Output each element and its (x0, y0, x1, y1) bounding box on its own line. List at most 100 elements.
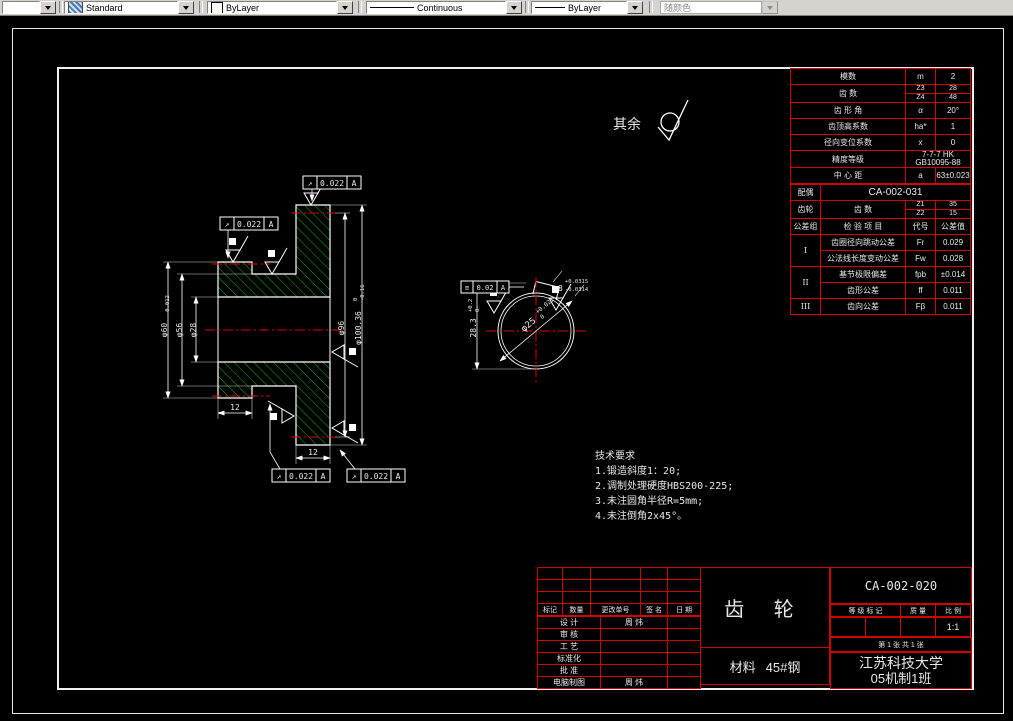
svg-text:0.022: 0.022 (289, 472, 313, 481)
table-row: 工 艺 (537, 640, 701, 653)
svg-text:+0.2: +0.2 (468, 299, 474, 312)
dim-hub-width: 12 (230, 403, 240, 412)
svg-text:+0.0315: +0.0315 (565, 279, 588, 285)
table-row: 标记 数量 更改单号 签 名 日 期 (537, 603, 701, 616)
text-style-combo[interactable]: Standard (64, 1, 194, 14)
title-block: 标记 数量 更改单号 签 名 日 期 设 计周 炜 审 核 工 艺 标准化 批 … (537, 567, 972, 689)
linetype-control-combo[interactable]: Continuous (366, 1, 522, 14)
gear-check-table: 配偶 CA-002-031 齿轮齿 数 Z1 35 Z2 15 公差组检 验 项 目代… (790, 184, 972, 315)
chevron-down-icon (183, 5, 189, 10)
signature-table: 设 计周 炜 审 核 工 艺 标准化 批 准 电脑制图周 炜 (537, 616, 701, 689)
linetype-preview-icon (370, 7, 414, 8)
svg-text:A: A (321, 472, 326, 481)
lineweight-control-combo[interactable]: ByLayer (531, 1, 643, 14)
text-style-dropdown-button[interactable] (178, 1, 194, 14)
toolbar-separator (59, 1, 63, 13)
text-style-value: Standard (86, 2, 123, 13)
svg-text:-0.16: -0.16 (360, 284, 366, 301)
docked-combo-dropdown-button[interactable] (40, 1, 56, 14)
scale-value: 1:1 (935, 617, 971, 637)
dim-bore-diameter: φ25 +0.021 0 (520, 296, 556, 334)
runout-symbol: ↗ (225, 220, 230, 229)
fcf-runout-bottom-right: ↗ 0.022 A (339, 449, 406, 483)
linetype-control-value: Continuous (417, 2, 463, 13)
toolbar-separator (649, 1, 653, 13)
lineweight-control-field[interactable]: ByLayer (531, 1, 627, 14)
plotstyle-control-dropdown-button (762, 1, 778, 14)
text-style-field[interactable]: Standard (64, 1, 178, 14)
docked-combo-field[interactable] (2, 1, 40, 14)
table-row: 精度等级 7-7-7 HK GB10095-88 (790, 150, 971, 168)
class-name: 05机制1班 (870, 670, 932, 686)
part-name: 齿 轮 (724, 599, 806, 621)
color-control-combo[interactable]: ByLayer (207, 1, 353, 14)
chevron-down-icon (342, 5, 348, 10)
symmetry-symbol: ≡ (465, 284, 469, 292)
drawing-number: CA-002-020 (864, 578, 938, 593)
linetype-control-field[interactable]: Continuous (366, 1, 506, 14)
plotstyle-control-combo: 随颜色 (660, 1, 778, 14)
color-control-dropdown-button[interactable] (337, 1, 353, 14)
linetype-control-dropdown-button[interactable] (506, 1, 522, 14)
color-control-field[interactable]: ByLayer (207, 1, 337, 14)
toolbar-separator (525, 1, 529, 13)
table-row: 齿轮齿 数 Z1 35 Z2 15 (790, 200, 972, 219)
table-row: 公差组检 验 项 目代号 公差值 (790, 218, 972, 235)
drawing-info-section: CA-002-020 等 级 标 记 质 量 比 例 1:1 第 1 张 共 1… (830, 567, 972, 689)
revision-signature-section: 标记 数量 更改单号 签 名 日 期 设 计周 炜 审 核 工 艺 标准化 批 … (537, 567, 701, 689)
gear-parameter-table: 模数 m 2 齿 数 Z3 28 Z4 48 齿 形 角 α 20° 齿顶高系数 ha* 1 径… (790, 68, 972, 315)
table-row (537, 567, 701, 580)
chevron-down-icon (767, 5, 773, 10)
dim-keyway-depth: 28.3 +0.2 0 (468, 299, 481, 338)
table-row: 中 心 距 a 63±0.023 (790, 167, 971, 184)
svg-text:φ56: φ56 (175, 323, 184, 338)
svg-text:0.022: 0.022 (364, 472, 388, 481)
lineweight-preview-icon (535, 7, 565, 8)
scale-value-row: 1:1 (830, 617, 971, 637)
surplus-roughness-note: 其余 (613, 99, 689, 142)
lineweight-control-value: ByLayer (568, 2, 602, 13)
table-row: 电脑制图周 炜 (537, 676, 701, 689)
svg-text:A: A (396, 472, 401, 481)
school-cell: 江苏科技大学 05机制1班 (830, 652, 972, 689)
sheet-info-cell: 第 1 张 共 1 张 (830, 637, 972, 652)
table-row: 齿 形 角 α 20° (790, 102, 971, 119)
toolbar-separator (199, 1, 203, 13)
table-row: 设 计周 炜 (537, 616, 701, 629)
roughness-check-icon (657, 99, 689, 142)
chevron-down-icon (511, 5, 517, 10)
color-swatch-icon (211, 2, 223, 13)
tech-req-title: 技术要求 (595, 451, 635, 462)
svg-text:+0.021: +0.021 (534, 296, 555, 316)
table-row (537, 579, 701, 592)
svg-text:-0.012: -0.012 (165, 295, 171, 315)
svg-text:A: A (352, 179, 357, 188)
surface-roughness-icon (264, 247, 288, 275)
svg-text:0: 0 (353, 298, 359, 301)
part-name-cell: 齿 轮 (700, 567, 830, 648)
table-row: 1:1 (830, 617, 971, 637)
gear-data-table: 模数 m 2 齿 数 Z3 28 Z4 48 齿 形 角 α 20° 齿顶高系数 ha* 1 径… (790, 68, 971, 184)
material-value: 45#钢 (765, 659, 801, 675)
tech-req-item: 4.未注倒角2x45°。 (595, 511, 688, 522)
chevron-down-icon (45, 5, 51, 10)
table-row: 齿 数 Z3 28 Z4 48 (790, 84, 971, 103)
svg-text:φ28: φ28 (189, 323, 198, 338)
material-label: 材料 (729, 659, 756, 675)
material-cell: 材料 45#钢 (700, 647, 830, 685)
school-name: 江苏科技大学 (859, 654, 943, 671)
svg-text:φ100.36: φ100.36 (354, 311, 363, 345)
svg-text:0.022: 0.022 (320, 179, 344, 188)
runout-symbol: ↗ (352, 472, 357, 481)
docked-combo-partial[interactable] (2, 1, 56, 14)
svg-text:φ60: φ60 (160, 323, 169, 338)
table-row: I 齿圈径向跳动公差 Fr 0.029 (790, 234, 972, 267)
lineweight-control-dropdown-button[interactable] (627, 1, 643, 14)
table-row: 配偶 CA-002-031 (790, 184, 972, 201)
dim-rim-width: 12 (308, 448, 318, 457)
svg-text:0: 0 (539, 313, 547, 321)
tech-req-item: 2.调制处理硬度HBS200-225; (595, 481, 734, 492)
table-row: 批 准 (537, 664, 701, 677)
table-row (537, 591, 701, 604)
technical-requirements: 技术要求 1.锻造斜度1：20; 2.调制处理硬度HBS200-225; 3.未… (595, 449, 733, 524)
